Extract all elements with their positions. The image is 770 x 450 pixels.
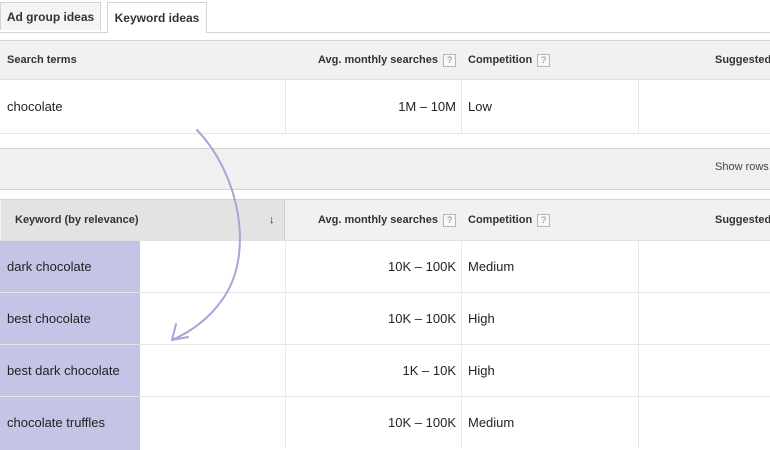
help-icon[interactable]: ? <box>537 213 551 227</box>
column-divider <box>461 241 462 292</box>
column-divider <box>638 345 639 396</box>
column-divider <box>461 293 462 344</box>
search-terms-header-label: Search terms <box>7 54 77 66</box>
avg-searches-cell: 1K – 10K <box>402 363 457 378</box>
keyword-ideas-header: Keyword (by relevance) ↓ Avg. monthly se… <box>0 199 770 241</box>
avg-searches-header[interactable]: Avg. monthly searches ? <box>286 200 456 240</box>
column-divider <box>461 80 462 133</box>
help-icon[interactable]: ? <box>443 53 456 67</box>
tab-bar: Ad group ideas Keyword ideas <box>0 0 770 33</box>
avg-searches-cell: 10K – 100K <box>388 415 456 430</box>
help-icon[interactable]: ? <box>443 213 456 227</box>
keyword-cell: best chocolate <box>7 311 91 326</box>
avg-searches-header-label: Avg. monthly searches <box>317 214 438 226</box>
help-icon[interactable]: ? <box>537 53 551 67</box>
competition-header[interactable]: Competition ? <box>468 200 551 240</box>
column-divider <box>461 397 462 448</box>
competition-cell: Low <box>468 99 492 114</box>
competition-cell: High <box>468 363 495 378</box>
show-rows-control[interactable]: Show rows <box>715 161 769 173</box>
column-divider <box>638 397 639 448</box>
column-divider <box>638 80 639 133</box>
search-term-cell: chocolate <box>7 99 63 114</box>
tab-ad-group-ideas[interactable]: Ad group ideas <box>0 2 101 30</box>
competition-cell: High <box>468 311 495 326</box>
table-row[interactable]: best dark chocolate 1K – 10K High <box>0 345 770 397</box>
keyword-header-cell[interactable]: Keyword (by relevance) ↓ <box>1 200 285 240</box>
avg-searches-cell: 10K – 100K <box>388 311 456 326</box>
avg-searches-cell: 10K – 100K <box>388 259 456 274</box>
competition-header-label: Competition <box>468 54 533 66</box>
table-row[interactable]: best chocolate 10K – 100K High <box>0 293 770 345</box>
table-row[interactable]: chocolate truffles 10K – 100K Medium <box>0 397 770 449</box>
keyword-cell: best dark chocolate <box>7 363 120 378</box>
competition-cell: Medium <box>468 415 515 430</box>
table-row[interactable]: dark chocolate 10K – 100K Medium <box>0 241 770 293</box>
competition-cell: Medium <box>468 259 515 274</box>
table-row: chocolate 1M – 10M Low <box>0 80 770 134</box>
column-divider <box>461 345 462 396</box>
avg-searches-cell: 1M – 10M <box>398 99 456 114</box>
avg-searches-header-label: Avg. monthly searches <box>317 54 438 66</box>
sort-down-icon[interactable]: ↓ <box>269 200 275 240</box>
suggested-bid-header: Suggested <box>715 54 770 66</box>
search-terms-header: Search terms Avg. monthly searches ? Com… <box>0 40 770 80</box>
column-divider <box>638 293 639 344</box>
competition-header-label: Competition <box>468 214 533 226</box>
suggested-bid-header: Suggested <box>715 214 770 226</box>
avg-searches-header[interactable]: Avg. monthly searches ? <box>286 41 456 79</box>
keyword-header-label: Keyword (by relevance) <box>15 214 139 226</box>
column-divider <box>638 241 639 292</box>
tab-keyword-ideas[interactable]: Keyword ideas <box>107 2 207 33</box>
table-controls-band: Show rows <box>0 148 770 190</box>
keyword-cell: dark chocolate <box>7 259 92 274</box>
competition-header[interactable]: Competition ? <box>468 41 551 79</box>
keyword-cell: chocolate truffles <box>7 415 106 430</box>
